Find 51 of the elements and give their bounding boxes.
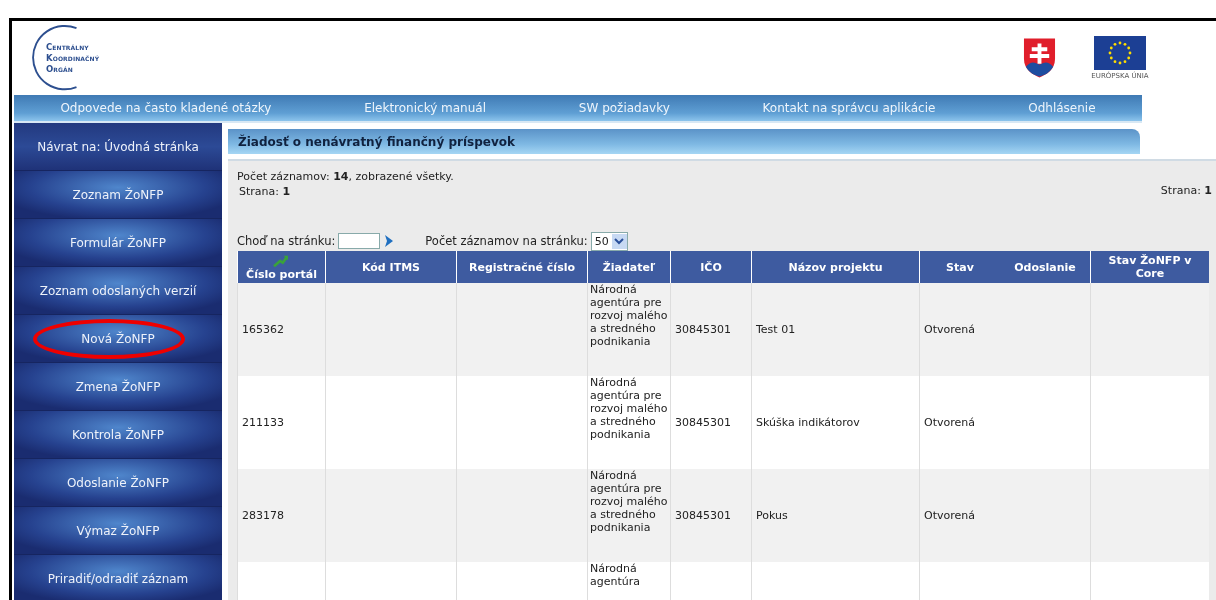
column-header[interactable]: Registračné číslo <box>456 251 588 283</box>
column-header[interactable]: Odoslanie <box>1000 251 1091 283</box>
caret-icon <box>614 237 625 245</box>
sidebar-item[interactable]: Kontrola ŽoNFP <box>14 411 222 459</box>
table-cell: Národná agentúra pre rozvoj malého a stredného podnikania <box>590 376 668 441</box>
column-header[interactable]: Číslo portál <box>237 251 326 283</box>
table-cell: 30845301 <box>675 509 731 522</box>
record-count: Počet záznamov: 14, zobrazené všetky. <box>237 169 455 184</box>
logo-text: Koordinačný <box>46 52 100 64</box>
table-cell: 165362 <box>242 323 284 336</box>
goto-label: Choď na stránku: <box>237 234 336 248</box>
sidebar-item[interactable]: Návrat na: Úvodná stránka <box>14 123 222 171</box>
column-header[interactable]: Názov projektu <box>751 251 920 283</box>
coat-of-arms-icon <box>1023 37 1056 79</box>
sidebar-item[interactable]: Zmena ŽoNFP <box>14 363 222 411</box>
sidebar-item[interactable]: Priradiť/odradiť záznam <box>14 555 222 600</box>
table-cell: Test 01 <box>756 323 796 336</box>
column-header[interactable]: Stav ŽoNFP v Core <box>1090 251 1209 283</box>
table-cell: 30845301 <box>675 416 731 429</box>
per-page-label: Počet záznamov na stránku: <box>425 234 588 248</box>
table-cell: Národná agentúra pre rozvoj malého a stredného podnikania <box>590 469 668 534</box>
table-cell: Otvorená <box>924 416 975 429</box>
sidebar-item[interactable]: Výmaz ŽoNFP <box>14 507 222 555</box>
table-cell: 283178 <box>242 509 284 522</box>
nav-link[interactable]: SW požiadavky <box>578 101 670 115</box>
eu-flag-icon <box>1094 36 1146 70</box>
table-cell: Pokus <box>756 509 788 522</box>
sidebar-item[interactable]: Nová ŽoNFP <box>14 315 222 363</box>
sidebar-item[interactable]: Zoznam odoslaných verzií <box>14 267 222 315</box>
sort-icon <box>271 253 290 268</box>
sidebar-item[interactable]: Zoznam ŽoNFP <box>14 171 222 219</box>
logo-text: Centrálny <box>46 41 90 53</box>
table-cell: 211133 <box>242 416 284 429</box>
column-header[interactable]: Žiadateľ <box>587 251 671 283</box>
column-header[interactable]: Kód ITMS <box>325 251 457 283</box>
per-page-dropdown[interactable]: 50 <box>590 231 628 251</box>
page-number: Strana: 1 <box>238 184 292 199</box>
panel-title: Žiadosť o nenávratný finančný príspevok <box>238 134 515 149</box>
table-cell: Národná agentúra pre rozvoj malého a stredného podnikania <box>590 283 668 348</box>
sidebar-item[interactable]: Odoslanie ŽoNFP <box>14 459 222 507</box>
column-header[interactable]: IČO <box>670 251 752 283</box>
page-input-field[interactable] <box>338 233 381 249</box>
logo-text: Orgán <box>46 63 74 75</box>
table-cell-text: Národná agentúra <box>590 562 641 588</box>
column-header[interactable]: Stav <box>919 251 1000 283</box>
table-cell: Otvorená <box>924 509 975 522</box>
table-cell: Otvorená <box>924 323 975 336</box>
table-cell: 30845301 <box>675 323 731 336</box>
table-cell: Skúška indikátorov <box>756 416 860 429</box>
page-number: Strana: 1 <box>1160 184 1213 197</box>
sidebar-item[interactable]: Formulár ŽoNFP <box>14 219 222 267</box>
